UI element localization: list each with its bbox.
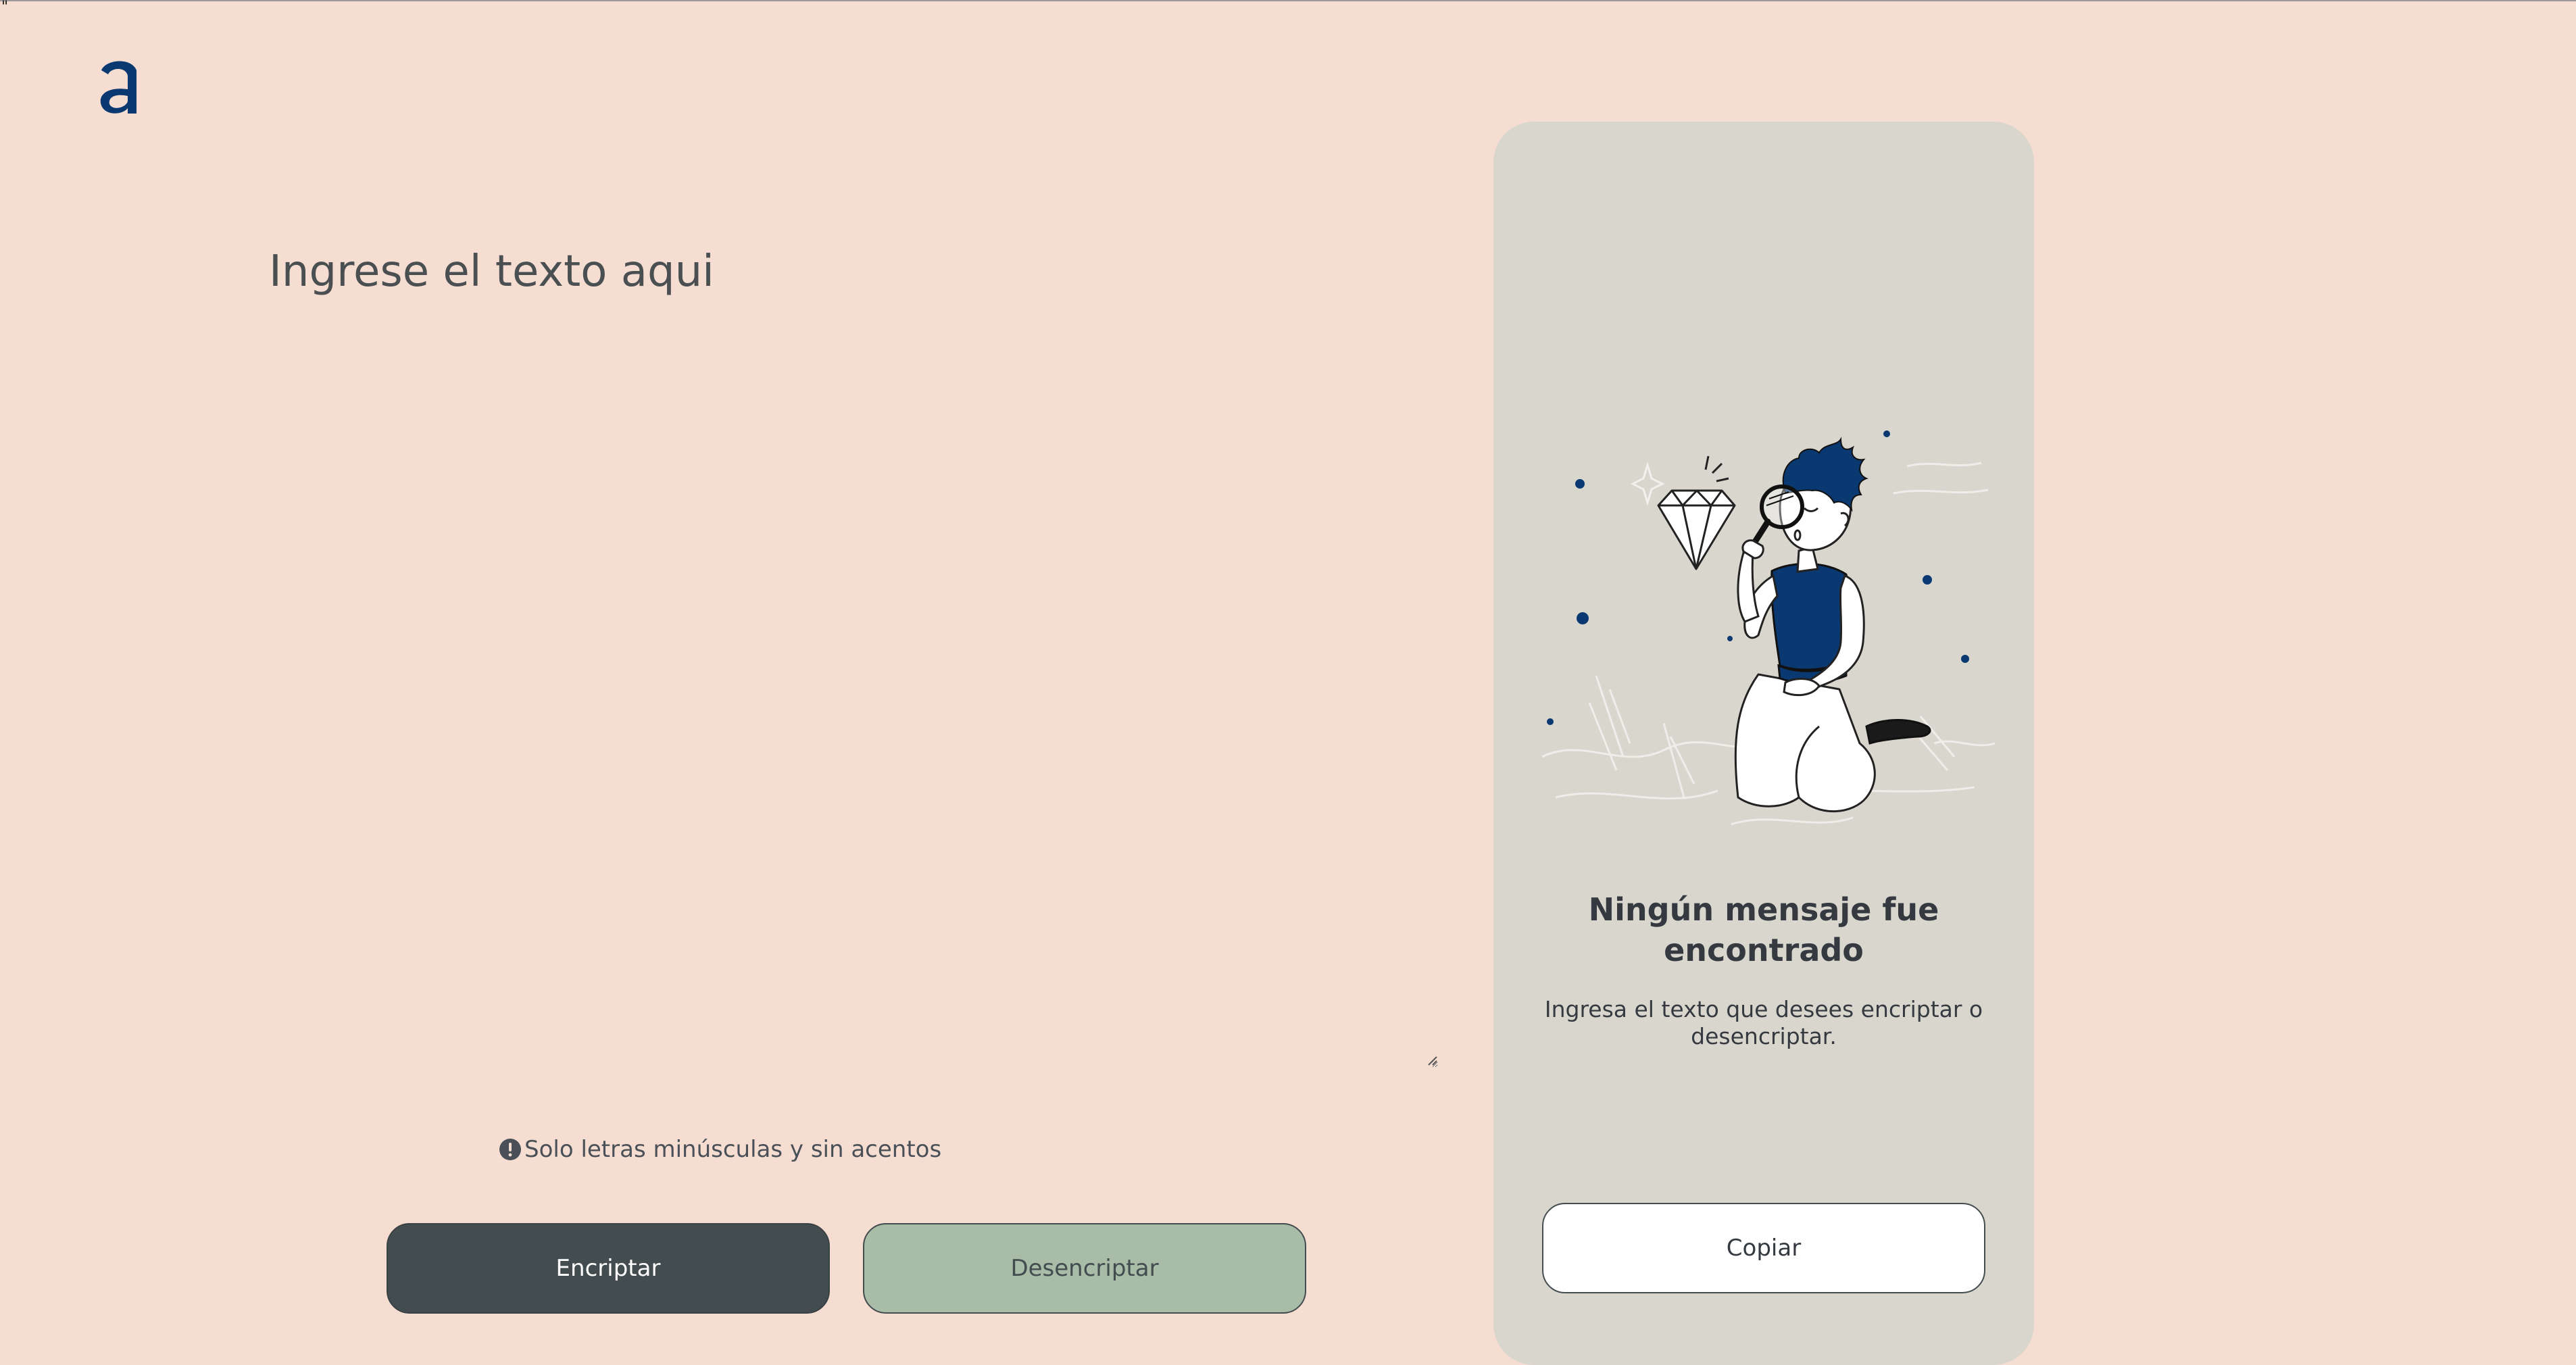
empty-state-title-line1: Ningún mensaje fue <box>1588 891 1939 928</box>
empty-state-title: Ningún mensaje fue encontrado <box>1493 889 2034 970</box>
copy-button[interactable]: Copiar <box>1542 1203 1985 1293</box>
input-hint: Solo letras minúsculas y sin acentos <box>499 1135 941 1164</box>
text-input[interactable] <box>269 247 1438 1068</box>
person-with-magnifier-illustration <box>1541 430 1996 826</box>
alura-logo-icon[interactable] <box>96 55 143 120</box>
empty-state-description: Ingresa el texto que desees encriptar o … <box>1493 996 2034 1050</box>
hint-text: Solo letras minúsculas y sin acentos <box>524 1136 942 1163</box>
resize-grip-icon[interactable] <box>1426 1054 1438 1066</box>
stray-quote-mark: " <box>1 0 9 16</box>
empty-state-description-line1: Ingresa el texto que desees encriptar o <box>1544 996 1983 1022</box>
empty-state-description-line2: desencriptar. <box>1691 1023 1837 1049</box>
encrypt-button[interactable]: Encriptar <box>387 1223 830 1314</box>
empty-state-title-line2: encontrado <box>1664 932 1864 968</box>
exclamation-circle-icon <box>499 1139 521 1160</box>
decrypt-button[interactable]: Desencriptar <box>863 1223 1306 1314</box>
window-top-border <box>0 0 2576 1</box>
